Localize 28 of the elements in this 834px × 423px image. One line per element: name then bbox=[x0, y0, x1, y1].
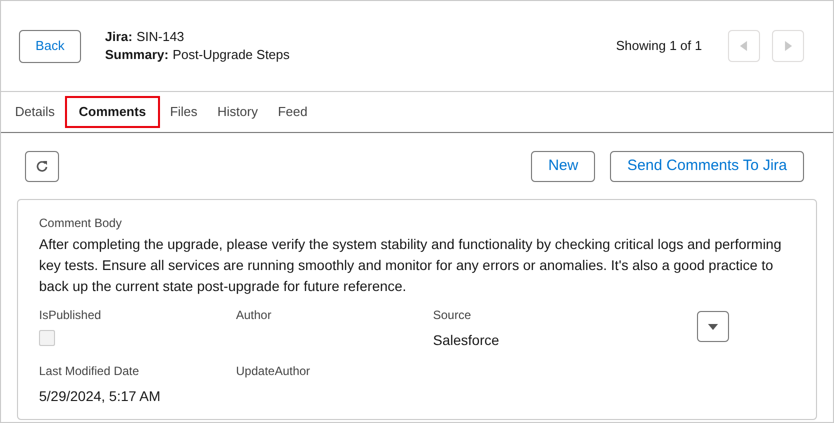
tab[interactable]: Feed bbox=[268, 96, 318, 128]
left-triangle-icon bbox=[740, 41, 748, 51]
back-button[interactable]: Back bbox=[19, 30, 81, 62]
field-value: Post-Upgrade Steps bbox=[172, 46, 290, 64]
tab[interactable]: History bbox=[207, 96, 268, 128]
field-label: Author bbox=[236, 307, 272, 323]
toolbar-button[interactable]: Send Comments To Jira bbox=[610, 150, 804, 182]
field-label: IsPublished bbox=[39, 307, 102, 323]
toolbar-button[interactable]: New bbox=[531, 150, 596, 182]
tab[interactable]: Details bbox=[5, 96, 65, 128]
field-label: Source bbox=[433, 307, 472, 323]
comment-body: After completing the upgrade, please verify the system stability and functionality by checking critical logs and performing key tests. Ensure all services are running smoothly and monitor for any errors or anomalies. It's also a good practice to back up the current state post-upgrade for future reference. bbox=[39, 235, 782, 296]
field-value: 5/29/2024, 5:17 AM bbox=[39, 387, 162, 406]
field-value: Salesforce bbox=[433, 331, 500, 350]
right-triangle-icon bbox=[784, 41, 792, 51]
tab[interactable]: Files bbox=[160, 96, 208, 128]
field-value: SIN-143 bbox=[136, 28, 184, 46]
field-label: UpdateAuthor bbox=[236, 363, 312, 379]
refresh-icon bbox=[36, 160, 48, 172]
field-label: Summary: bbox=[105, 46, 169, 64]
field-label: Last Modified Date bbox=[39, 363, 140, 379]
tab[interactable]: Comments bbox=[64, 96, 160, 128]
caret-icon bbox=[708, 324, 718, 330]
refresh-button[interactable] bbox=[25, 150, 59, 182]
field-label: Jira: bbox=[105, 28, 132, 46]
dropdown-button[interactable] bbox=[697, 311, 729, 342]
paging-text: Showing 1 of 1 bbox=[616, 37, 702, 56]
field-label: Comment Body bbox=[39, 215, 123, 231]
